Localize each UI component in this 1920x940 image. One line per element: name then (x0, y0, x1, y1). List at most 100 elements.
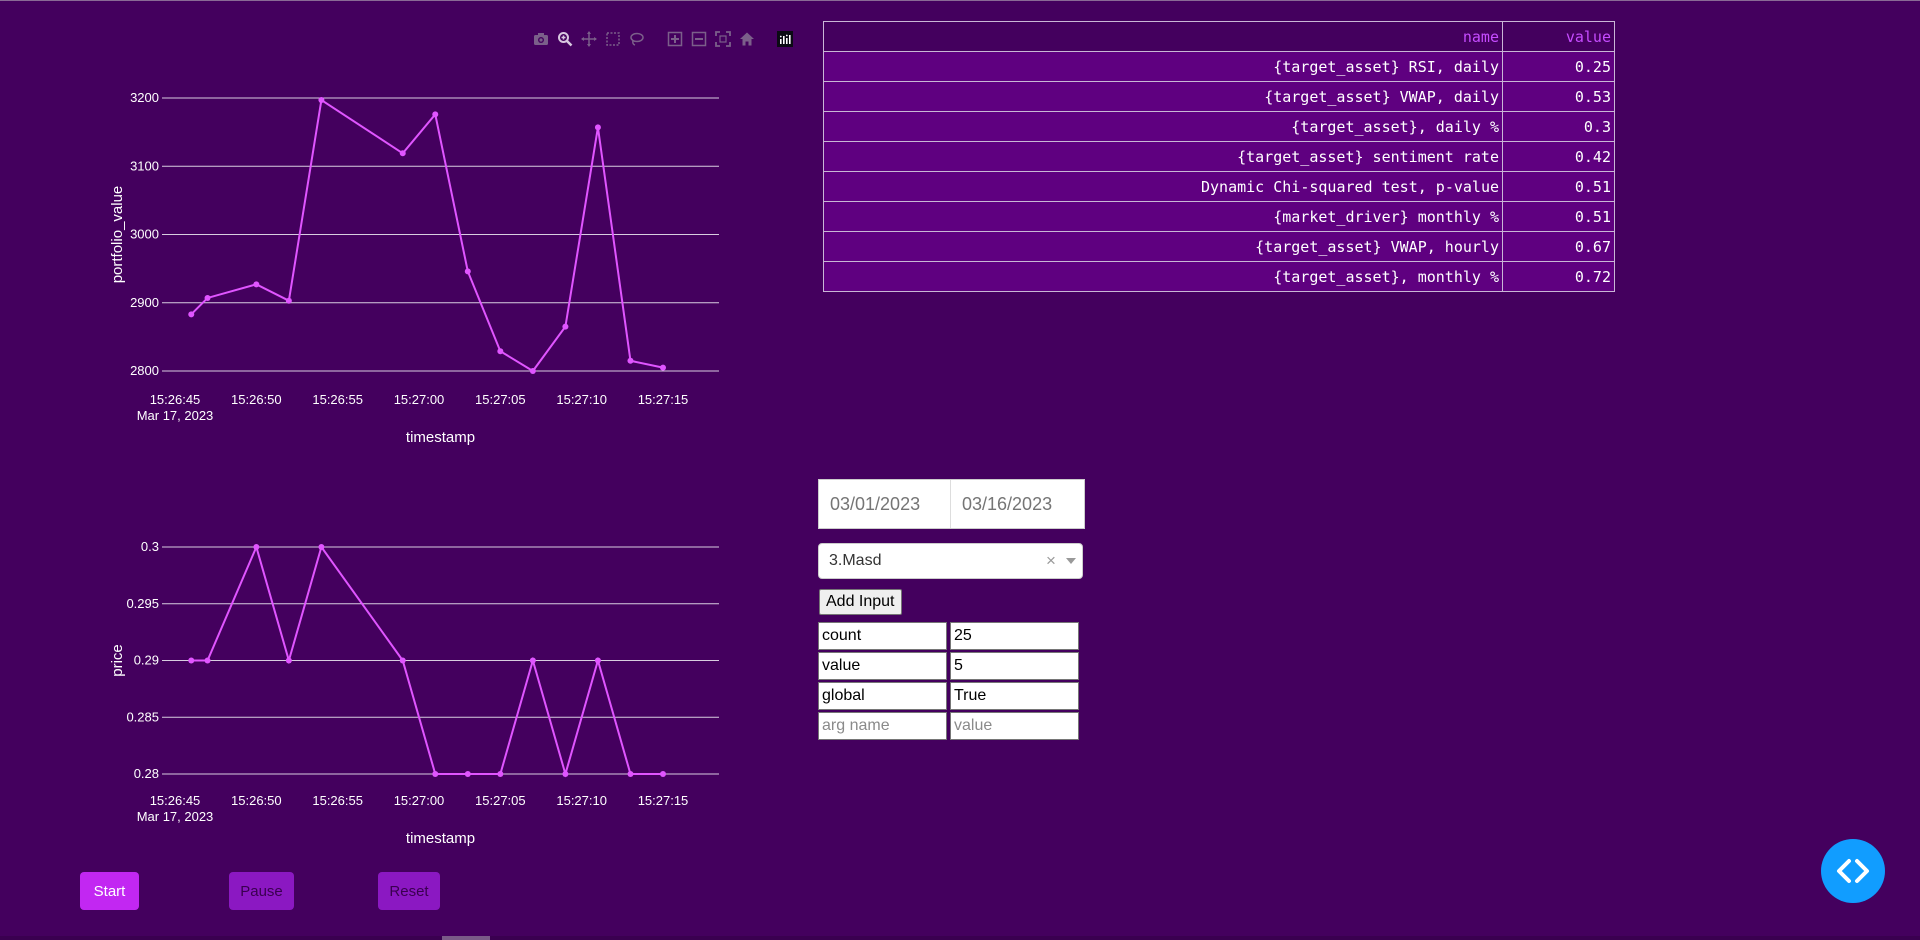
table-row: {market_driver} monthly % 0.51 (823, 201, 1615, 232)
data-point[interactable] (253, 544, 260, 550)
data-point[interactable] (529, 368, 536, 374)
column-header-name[interactable]: name (823, 21, 1503, 52)
data-point[interactable] (627, 771, 634, 777)
data-point[interactable] (253, 281, 260, 288)
cell-value[interactable]: 0.51 (1502, 171, 1615, 202)
series-line[interactable] (190, 98, 664, 373)
data-point[interactable] (318, 97, 325, 104)
cell-name[interactable]: {market_driver} monthly % (823, 201, 1503, 232)
price-plot: 0.28 0.285 0.29 0.295 0.3 15:26:45Mar 17, 202… (109, 539, 719, 847)
cell-value[interactable]: 0.67 (1502, 231, 1615, 262)
data-point[interactable] (204, 657, 211, 664)
x-tick-date-label: Mar 17, 2023 (137, 809, 214, 824)
add-input-button[interactable]: Add Input (819, 589, 902, 615)
data-point[interactable] (188, 657, 195, 664)
data-point[interactable] (399, 150, 406, 157)
data-point[interactable] (285, 297, 292, 304)
table-header-row: name value (823, 21, 1615, 52)
y-tick-label: 3000 (130, 227, 159, 242)
start-date-input[interactable] (819, 480, 951, 528)
data-point[interactable] (529, 657, 536, 664)
x-tick-label: 15:27:15 (638, 392, 689, 407)
arg-value-input[interactable] (950, 682, 1079, 710)
portfolio-value-chart[interactable]: 2800 2900 3000 3100 3200 15:26:45 Mar 17, 2023… (0, 0, 800, 446)
data-point[interactable] (562, 771, 569, 777)
x-tick-label: 15:26:50 (231, 392, 282, 407)
argument-row (818, 682, 1079, 710)
x-tick-label: 15:26:55 (312, 793, 363, 808)
data-point[interactable] (562, 323, 569, 330)
strategy-dropdown[interactable]: 3.Masd × (818, 543, 1083, 579)
data-point[interactable] (204, 294, 211, 301)
arg-value-input[interactable] (950, 652, 1079, 680)
code-brackets-icon (1837, 859, 1869, 883)
data-point[interactable] (594, 124, 601, 131)
new-arg-name-input[interactable] (818, 712, 947, 740)
arg-name-input[interactable] (818, 622, 947, 650)
clear-icon[interactable]: × (1042, 551, 1060, 571)
data-point[interactable] (497, 771, 504, 777)
cell-name[interactable]: {target_asset}, daily % (823, 111, 1503, 142)
data-point[interactable] (432, 771, 439, 777)
resize-handle[interactable] (442, 936, 490, 940)
cell-value[interactable]: 0.3 (1502, 111, 1615, 142)
cell-name[interactable]: {target_asset}, monthly % (823, 261, 1503, 292)
data-point[interactable] (627, 357, 634, 364)
y-tick-label: 3100 (130, 158, 159, 173)
cell-name[interactable]: {target_asset} VWAP, hourly (823, 231, 1503, 262)
y-tick-label: 0.3 (141, 539, 159, 554)
data-point[interactable] (660, 364, 666, 371)
start-button[interactable]: Start (80, 872, 139, 910)
data-point[interactable] (188, 311, 195, 318)
debug-menu-button[interactable] (1821, 839, 1885, 903)
chevron-down-icon[interactable] (1060, 558, 1082, 564)
x-axis-title: timestamp (406, 830, 475, 847)
cell-name[interactable]: {target_asset} RSI, daily (823, 51, 1503, 82)
y-tick-label: 0.295 (126, 596, 159, 611)
arg-value-input[interactable] (950, 622, 1079, 650)
arg-name-input[interactable] (818, 652, 947, 680)
x-tick-label: 15:27:00 (394, 793, 445, 808)
cell-name[interactable]: {target_asset} sentiment rate (823, 141, 1503, 172)
data-point[interactable] (464, 268, 471, 275)
reset-button[interactable]: Reset (378, 872, 440, 910)
table-row: {target_asset} sentiment rate 0.42 (823, 141, 1615, 172)
pause-button[interactable]: Pause (229, 872, 294, 910)
table-row: {target_asset} VWAP, hourly 0.67 (823, 231, 1615, 262)
end-date-input[interactable] (951, 480, 1083, 528)
data-point[interactable] (497, 348, 504, 355)
dropdown-selected-value: 3.Masd (829, 552, 882, 569)
y-tick-label: 0.285 (126, 709, 159, 724)
date-range-picker (818, 479, 1085, 529)
cell-name[interactable]: {target_asset} VWAP, daily (823, 81, 1503, 112)
x-tick-label: 15:27:05 (475, 392, 526, 407)
table-row: {target_asset}, daily % 0.3 (823, 111, 1615, 142)
price-chart[interactable]: 0.28 0.285 0.29 0.295 0.3 15:26:45 Mar 17, 202… (0, 430, 800, 870)
new-argument-row (818, 712, 1079, 740)
data-point[interactable] (318, 544, 325, 550)
cell-value[interactable]: 0.25 (1502, 51, 1615, 82)
column-header-value[interactable]: value (1502, 21, 1615, 52)
cell-value[interactable]: 0.72 (1502, 261, 1615, 292)
data-point[interactable] (432, 111, 439, 118)
arg-name-input[interactable] (818, 682, 947, 710)
data-point[interactable] (399, 657, 406, 664)
y-axis-title: portfolio_value (109, 186, 126, 284)
cell-value[interactable]: 0.53 (1502, 81, 1615, 112)
new-arg-value-input[interactable] (950, 712, 1079, 740)
portfolio-value-plot: 2800 2900 3000 3100 3200 15:26:45Mar 17, 2023… (109, 90, 719, 446)
cell-value[interactable]: 0.51 (1502, 201, 1615, 232)
y-tick-label: 2800 (130, 363, 159, 378)
data-point[interactable] (594, 657, 601, 664)
x-tick-label: 15:26:45 (150, 793, 201, 808)
cell-name[interactable]: Dynamic Chi-squared test, p-value (823, 171, 1503, 202)
data-point[interactable] (660, 771, 666, 777)
y-tick-label: 0.29 (134, 653, 159, 668)
y-tick-label: 3200 (130, 90, 159, 105)
cell-value[interactable]: 0.42 (1502, 141, 1615, 172)
table-row: {target_asset} VWAP, daily 0.53 (823, 81, 1615, 112)
data-point[interactable] (285, 657, 292, 664)
y-tick-label: 2900 (130, 295, 159, 310)
data-point[interactable] (464, 771, 471, 777)
table-row: {target_asset}, monthly % 0.72 (823, 261, 1615, 292)
